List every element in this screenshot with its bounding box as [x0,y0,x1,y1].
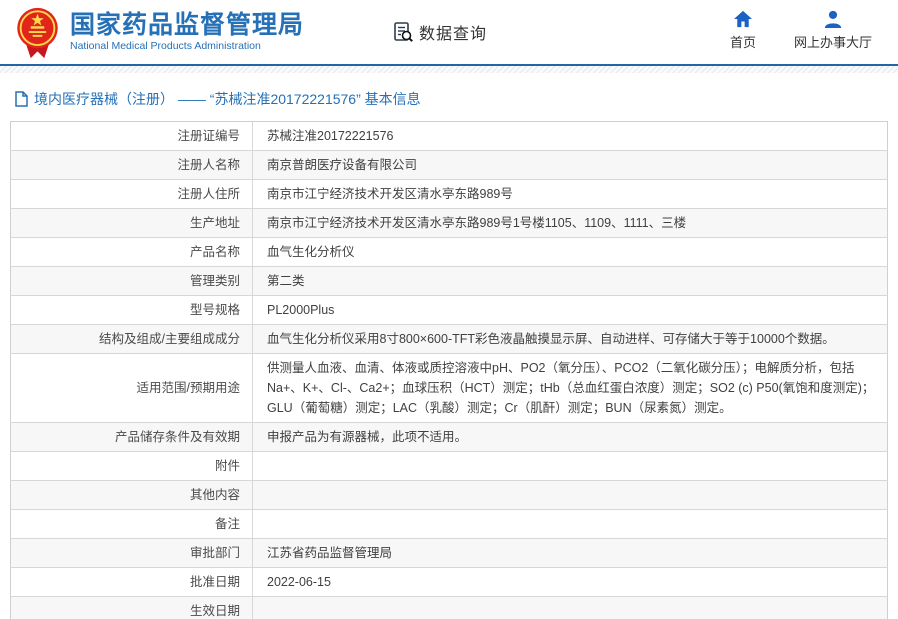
field-label: 注册人名称 [11,151,253,180]
table-row: 产品名称血气生化分析仪 [11,238,888,267]
field-label: 其他内容 [11,481,253,510]
home-icon [733,10,753,28]
field-label: 产品名称 [11,238,253,267]
field-label: 型号规格 [11,296,253,325]
field-label: 注册证编号 [11,122,253,151]
data-query-label: 数据查询 [419,20,487,44]
table-row: 注册人住所南京市江宁经济技术开发区清水亭东路989号 [11,180,888,209]
document-icon [14,91,29,107]
nav-home-label: 首页 [730,32,756,51]
hatched-band [0,66,898,73]
site-logo[interactable]: 国家药品监督管理局 National Medical Products Admi… [14,4,304,60]
field-value: 申报产品为有源器械，此项不适用。 [253,423,888,452]
field-value [253,452,888,481]
field-value: 南京市江宁经济技术开发区清水亭东路989号1号楼1105、1109、1111、三… [253,209,888,238]
national-emblem-icon [14,6,61,60]
field-value: 南京普朗医疗设备有限公司 [253,151,888,180]
table-row: 产品储存条件及有效期申报产品为有源器械，此项不适用。 [11,423,888,452]
field-value [253,481,888,510]
field-value: 第二类 [253,267,888,296]
field-value: PL2000Plus [253,296,888,325]
field-value: 江苏省药品监督管理局 [253,539,888,568]
table-row: 其他内容 [11,481,888,510]
table-row: 生效日期 [11,597,888,619]
table-row: 备注 [11,510,888,539]
org-name-en: National Medical Products Administration [70,40,304,52]
field-label: 备注 [11,510,253,539]
field-label: 生产地址 [11,209,253,238]
field-label: 生效日期 [11,597,253,619]
field-label: 审批部门 [11,539,253,568]
registration-info-table: 注册证编号苏械注准20172221576注册人名称南京普朗医疗设备有限公司注册人… [10,121,888,619]
user-icon [823,10,843,28]
table-row: 附件 [11,452,888,481]
field-value: 供测量人血液、血清、体液或质控溶液中pH、PO2（氧分压）、PCO2（二氧化碳分… [253,354,888,423]
table-row: 型号规格PL2000Plus [11,296,888,325]
table-row: 批准日期2022-06-15 [11,568,888,597]
field-value: 2022-06-15 [253,568,888,597]
top-nav: 首页 网上办事大厅 [730,10,872,51]
table-row: 注册人名称南京普朗医疗设备有限公司 [11,151,888,180]
breadcrumb: 境内医疗器械（注册） —— “苏械注准20172221576” 基本信息 [14,87,898,111]
table-row: 适用范围/预期用途供测量人血液、血清、体液或质控溶液中pH、PO2（氧分压）、P… [11,354,888,423]
field-value: 血气生化分析仪 [253,238,888,267]
breadcrumb-text: 境内医疗器械（注册） —— “苏械注准20172221576” 基本信息 [34,89,421,109]
field-label: 附件 [11,452,253,481]
field-value [253,510,888,539]
field-label: 管理类别 [11,267,253,296]
nav-online-hall[interactable]: 网上办事大厅 [794,10,872,51]
field-value [253,597,888,619]
table-row: 审批部门江苏省药品监督管理局 [11,539,888,568]
data-query-button[interactable]: 数据查询 [392,20,487,44]
field-label: 适用范围/预期用途 [11,354,253,423]
field-label: 注册人住所 [11,180,253,209]
field-label: 产品储存条件及有效期 [11,423,253,452]
nav-online-hall-label: 网上办事大厅 [794,32,872,51]
field-value: 血气生化分析仪采用8寸800×600-TFT彩色液晶触摸显示屏、自动进样、可存储… [253,325,888,354]
field-value: 南京市江宁经济技术开发区清水亭东路989号 [253,180,888,209]
table-row: 结构及组成/主要组成成分血气生化分析仪采用8寸800×600-TFT彩色液晶触摸… [11,325,888,354]
table-row: 管理类别第二类 [11,267,888,296]
nav-home[interactable]: 首页 [730,10,756,51]
field-label: 结构及组成/主要组成成分 [11,325,253,354]
site-header: 国家药品监督管理局 National Medical Products Admi… [0,0,898,64]
data-query-icon [392,21,414,43]
table-row: 注册证编号苏械注准20172221576 [11,122,888,151]
org-name-zh: 国家药品监督管理局 [70,12,304,39]
field-label: 批准日期 [11,568,253,597]
table-row: 生产地址南京市江宁经济技术开发区清水亭东路989号1号楼1105、1109、11… [11,209,888,238]
field-value: 苏械注准20172221576 [253,122,888,151]
